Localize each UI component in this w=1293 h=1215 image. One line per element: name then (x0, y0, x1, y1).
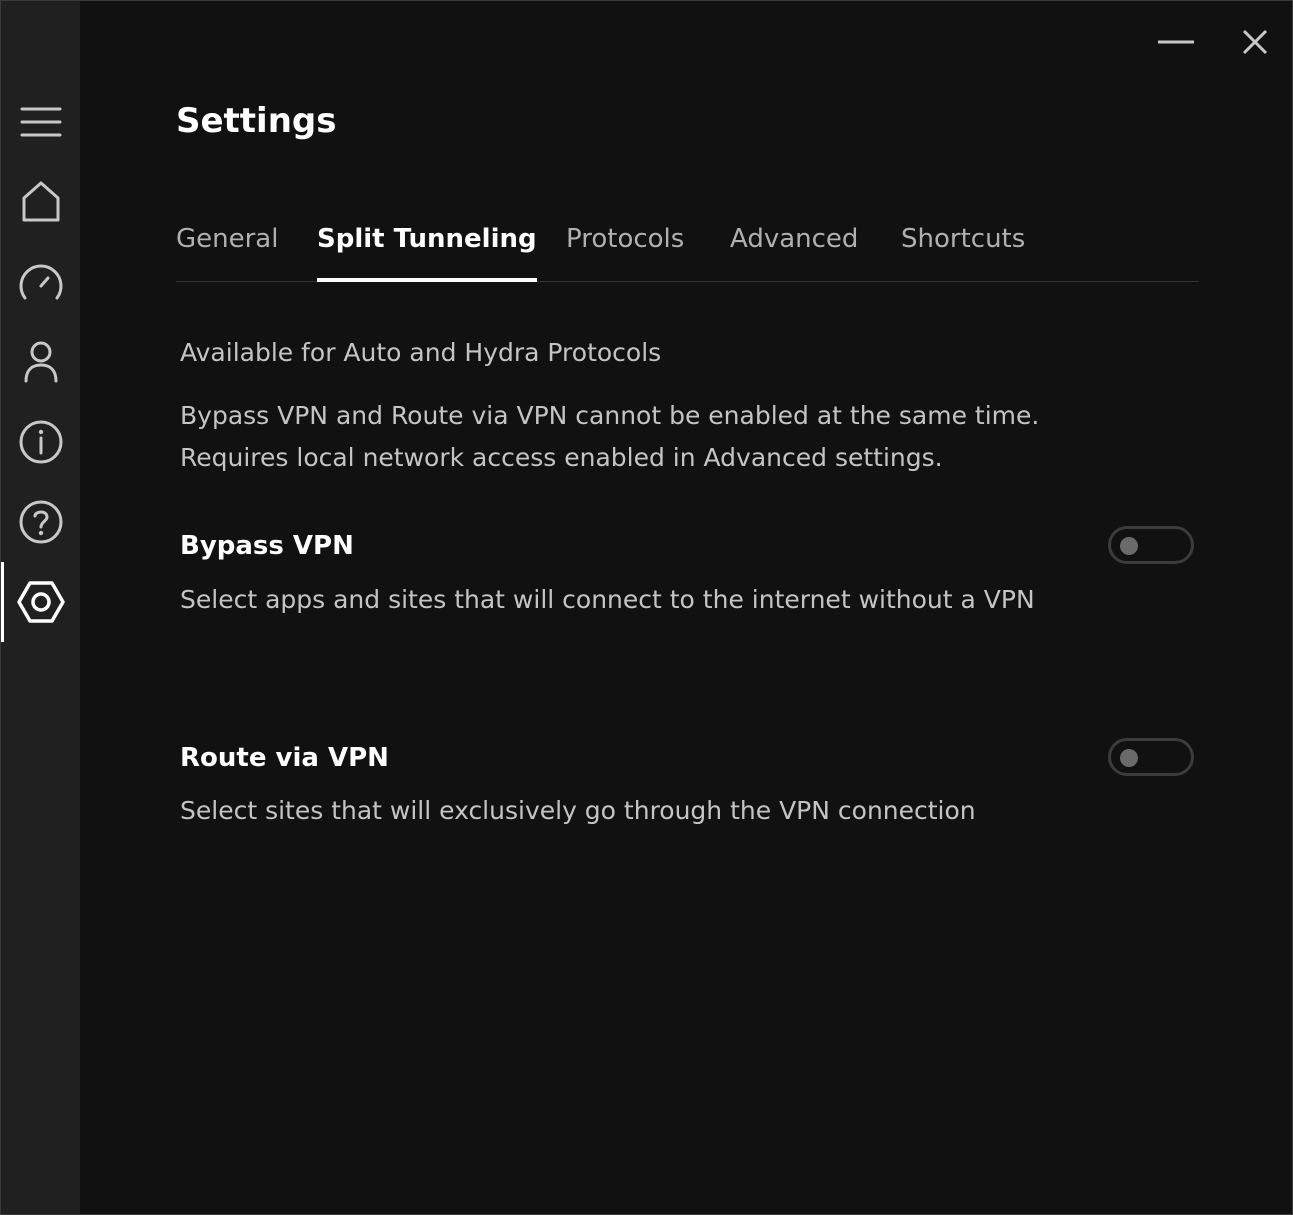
constraint-note-line2: Requires local network access enabled in… (180, 443, 943, 472)
close-button[interactable] (1235, 23, 1275, 61)
tab-split-tunneling[interactable]: Split Tunneling (317, 215, 537, 282)
tab-shortcuts[interactable]: Shortcuts (901, 215, 1025, 281)
sidebar-item-home[interactable] (1, 172, 80, 232)
speedometer-icon (19, 264, 62, 300)
user-icon (24, 341, 57, 383)
close-icon (1242, 29, 1268, 55)
route-via-vpn-description: Select sites that will exclusively go th… (180, 796, 976, 825)
home-icon (22, 181, 59, 222)
sidebar-item-settings[interactable] (1, 562, 80, 642)
tab-protocols[interactable]: Protocols (566, 215, 684, 281)
tab-advanced[interactable]: Advanced (730, 215, 858, 281)
bypass-vpn-toggle[interactable] (1108, 526, 1194, 564)
page-title: Settings (176, 101, 337, 141)
settings-tabs: General Split Tunneling Protocols Advanc… (176, 215, 1199, 282)
settings-icon (16, 581, 65, 623)
sidebar-item-info[interactable] (1, 412, 80, 472)
tab-general[interactable]: General (176, 215, 278, 281)
app-window: Settings General Split Tunneling Protoco… (0, 0, 1293, 1215)
sidebar-item-help[interactable] (1, 492, 80, 552)
availability-note: Available for Auto and Hydra Protocols (180, 338, 662, 367)
bypass-vpn-title: Bypass VPN (180, 531, 354, 561)
hamburger-menu-icon (20, 107, 61, 137)
toggle-knob (1120, 749, 1138, 767)
sidebar-item-account[interactable] (1, 332, 80, 392)
minimize-button[interactable] (1156, 23, 1196, 61)
sidebar (1, 1, 80, 1214)
toggle-knob (1120, 537, 1138, 555)
constraint-note-line1: Bypass VPN and Route via VPN cannot be e… (180, 401, 1040, 430)
info-icon (19, 420, 62, 464)
sidebar-item-speed[interactable] (1, 252, 80, 312)
minimize-icon (1158, 40, 1194, 44)
menu-button[interactable] (1, 92, 80, 152)
help-icon (19, 500, 62, 544)
route-via-vpn-toggle[interactable] (1108, 738, 1194, 776)
bypass-vpn-description: Select apps and sites that will connect … (180, 585, 1035, 614)
route-via-vpn-title: Route via VPN (180, 743, 389, 773)
